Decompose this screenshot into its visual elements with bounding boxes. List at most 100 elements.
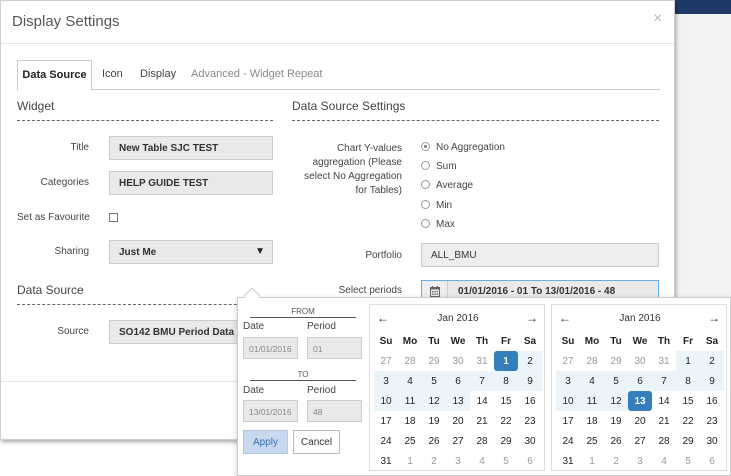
from-date-input[interactable]: 01/01/2016: [243, 337, 298, 359]
favourite-checkbox[interactable]: [109, 213, 118, 222]
radio-sum[interactable]: Sum: [421, 161, 457, 172]
calendar-day[interactable]: 7: [470, 371, 494, 391]
calendar-day[interactable]: 4: [652, 451, 676, 471]
calendar-day[interactable]: 1: [580, 451, 604, 471]
calendar-day[interactable]: 26: [604, 431, 628, 451]
calendar-day[interactable]: 7: [652, 371, 676, 391]
calendar-day[interactable]: 2: [422, 451, 446, 471]
calendar-day[interactable]: 11: [580, 391, 604, 411]
categories-input[interactable]: HELP GUIDE TEST: [109, 171, 273, 195]
calendar-day[interactable]: 21: [470, 411, 494, 431]
calendar-day[interactable]: 28: [652, 431, 676, 451]
from-period-input[interactable]: 01: [307, 337, 362, 359]
calendar-day[interactable]: 27: [628, 431, 652, 451]
calendar-day[interactable]: 29: [604, 351, 628, 371]
tab-display[interactable]: Display: [140, 60, 176, 90]
calendar-day[interactable]: 30: [700, 431, 724, 451]
calendar-day[interactable]: 19: [604, 411, 628, 431]
calendar-day[interactable]: 14: [652, 391, 676, 411]
calendar-day[interactable]: 20: [628, 411, 652, 431]
calendar-day[interactable]: 27: [374, 351, 398, 371]
calendar-day[interactable]: 30: [518, 431, 542, 451]
calendar-day[interactable]: 25: [398, 431, 422, 451]
calendar-day[interactable]: 29: [494, 431, 518, 451]
calendar-day[interactable]: 9: [700, 371, 724, 391]
calendar-day[interactable]: 10: [556, 391, 580, 411]
calendar-day[interactable]: 22: [676, 411, 700, 431]
calendar-day[interactable]: 28: [398, 351, 422, 371]
apply-button[interactable]: Apply: [243, 430, 288, 454]
calendar-day[interactable]: 1: [494, 351, 518, 371]
calendar-day[interactable]: 11: [398, 391, 422, 411]
calendar-day[interactable]: 3: [556, 371, 580, 391]
calendar-day[interactable]: 30: [628, 351, 652, 371]
calendar-day[interactable]: 13: [628, 391, 652, 411]
calendar-day[interactable]: 29: [676, 431, 700, 451]
calendar-day[interactable]: 2: [604, 451, 628, 471]
calendar-day[interactable]: 16: [700, 391, 724, 411]
calendar-day[interactable]: 28: [580, 351, 604, 371]
calendar-day[interactable]: 8: [494, 371, 518, 391]
calendar-day[interactable]: 19: [422, 411, 446, 431]
calendar-day[interactable]: 27: [556, 351, 580, 371]
next-month-icon[interactable]: →: [708, 311, 720, 325]
calendar-day[interactable]: 30: [446, 351, 470, 371]
calendar-day[interactable]: 23: [700, 411, 724, 431]
to-date-input[interactable]: 13/01/2016: [243, 400, 298, 422]
portfolio-select[interactable]: ALL_BMU: [421, 243, 659, 267]
calendar-day[interactable]: 16: [518, 391, 542, 411]
calendar-day[interactable]: 6: [518, 451, 542, 471]
calendar-day[interactable]: 6: [446, 371, 470, 391]
radio-min[interactable]: Min: [421, 200, 452, 211]
calendar-day[interactable]: 31: [652, 351, 676, 371]
calendar-day[interactable]: 2: [700, 351, 724, 371]
calendar-day[interactable]: 6: [700, 451, 724, 471]
calendar-day[interactable]: 3: [374, 371, 398, 391]
calendar-day[interactable]: 4: [470, 451, 494, 471]
calendar-day[interactable]: 31: [556, 451, 580, 471]
next-month-icon[interactable]: →: [526, 311, 538, 325]
sharing-select[interactable]: Just Me ▼: [109, 240, 273, 264]
calendar-day[interactable]: 14: [470, 391, 494, 411]
title-input[interactable]: New Table SJC TEST: [109, 136, 273, 160]
calendar-day[interactable]: 12: [422, 391, 446, 411]
calendar-day[interactable]: 29: [422, 351, 446, 371]
calendar-day[interactable]: 23: [518, 411, 542, 431]
source-select[interactable]: SO142 BMU Period Data: [109, 320, 239, 344]
calendar-day[interactable]: 21: [652, 411, 676, 431]
calendar-day[interactable]: 15: [494, 391, 518, 411]
calendar-day[interactable]: 22: [494, 411, 518, 431]
calendar-day[interactable]: 2: [518, 351, 542, 371]
radio-no-aggregation[interactable]: No Aggregation: [421, 142, 505, 153]
calendar-day[interactable]: 12: [604, 391, 628, 411]
calendar-day[interactable]: 5: [422, 371, 446, 391]
cancel-button[interactable]: Cancel: [293, 430, 340, 454]
calendar-day[interactable]: 27: [446, 431, 470, 451]
calendar-day[interactable]: 24: [374, 431, 398, 451]
calendar-day[interactable]: 4: [398, 371, 422, 391]
calendar-day[interactable]: 10: [374, 391, 398, 411]
calendar-day[interactable]: 18: [580, 411, 604, 431]
calendar-day[interactable]: 28: [470, 431, 494, 451]
calendar-day[interactable]: 26: [422, 431, 446, 451]
calendar-day[interactable]: 15: [676, 391, 700, 411]
calendar-day[interactable]: 13: [446, 391, 470, 411]
calendar-day[interactable]: 24: [556, 431, 580, 451]
calendar-day[interactable]: 5: [494, 451, 518, 471]
calendar-day[interactable]: 5: [604, 371, 628, 391]
calendar-day[interactable]: 3: [628, 451, 652, 471]
calendar-day[interactable]: 31: [374, 451, 398, 471]
tab-data-source[interactable]: Data Source: [17, 60, 92, 91]
tab-advanced-widget-repeat[interactable]: Advanced - Widget Repeat: [191, 60, 322, 90]
calendar-day[interactable]: 8: [676, 371, 700, 391]
tab-icon[interactable]: Icon: [102, 60, 123, 90]
calendar-day[interactable]: 17: [374, 411, 398, 431]
calendar-day[interactable]: 1: [398, 451, 422, 471]
calendar-day[interactable]: 17: [556, 411, 580, 431]
radio-average[interactable]: Average: [421, 180, 473, 191]
calendar-day[interactable]: 6: [628, 371, 652, 391]
calendar-day[interactable]: 25: [580, 431, 604, 451]
calendar-day[interactable]: 5: [676, 451, 700, 471]
calendar-day[interactable]: 9: [518, 371, 542, 391]
calendar-day[interactable]: 31: [470, 351, 494, 371]
